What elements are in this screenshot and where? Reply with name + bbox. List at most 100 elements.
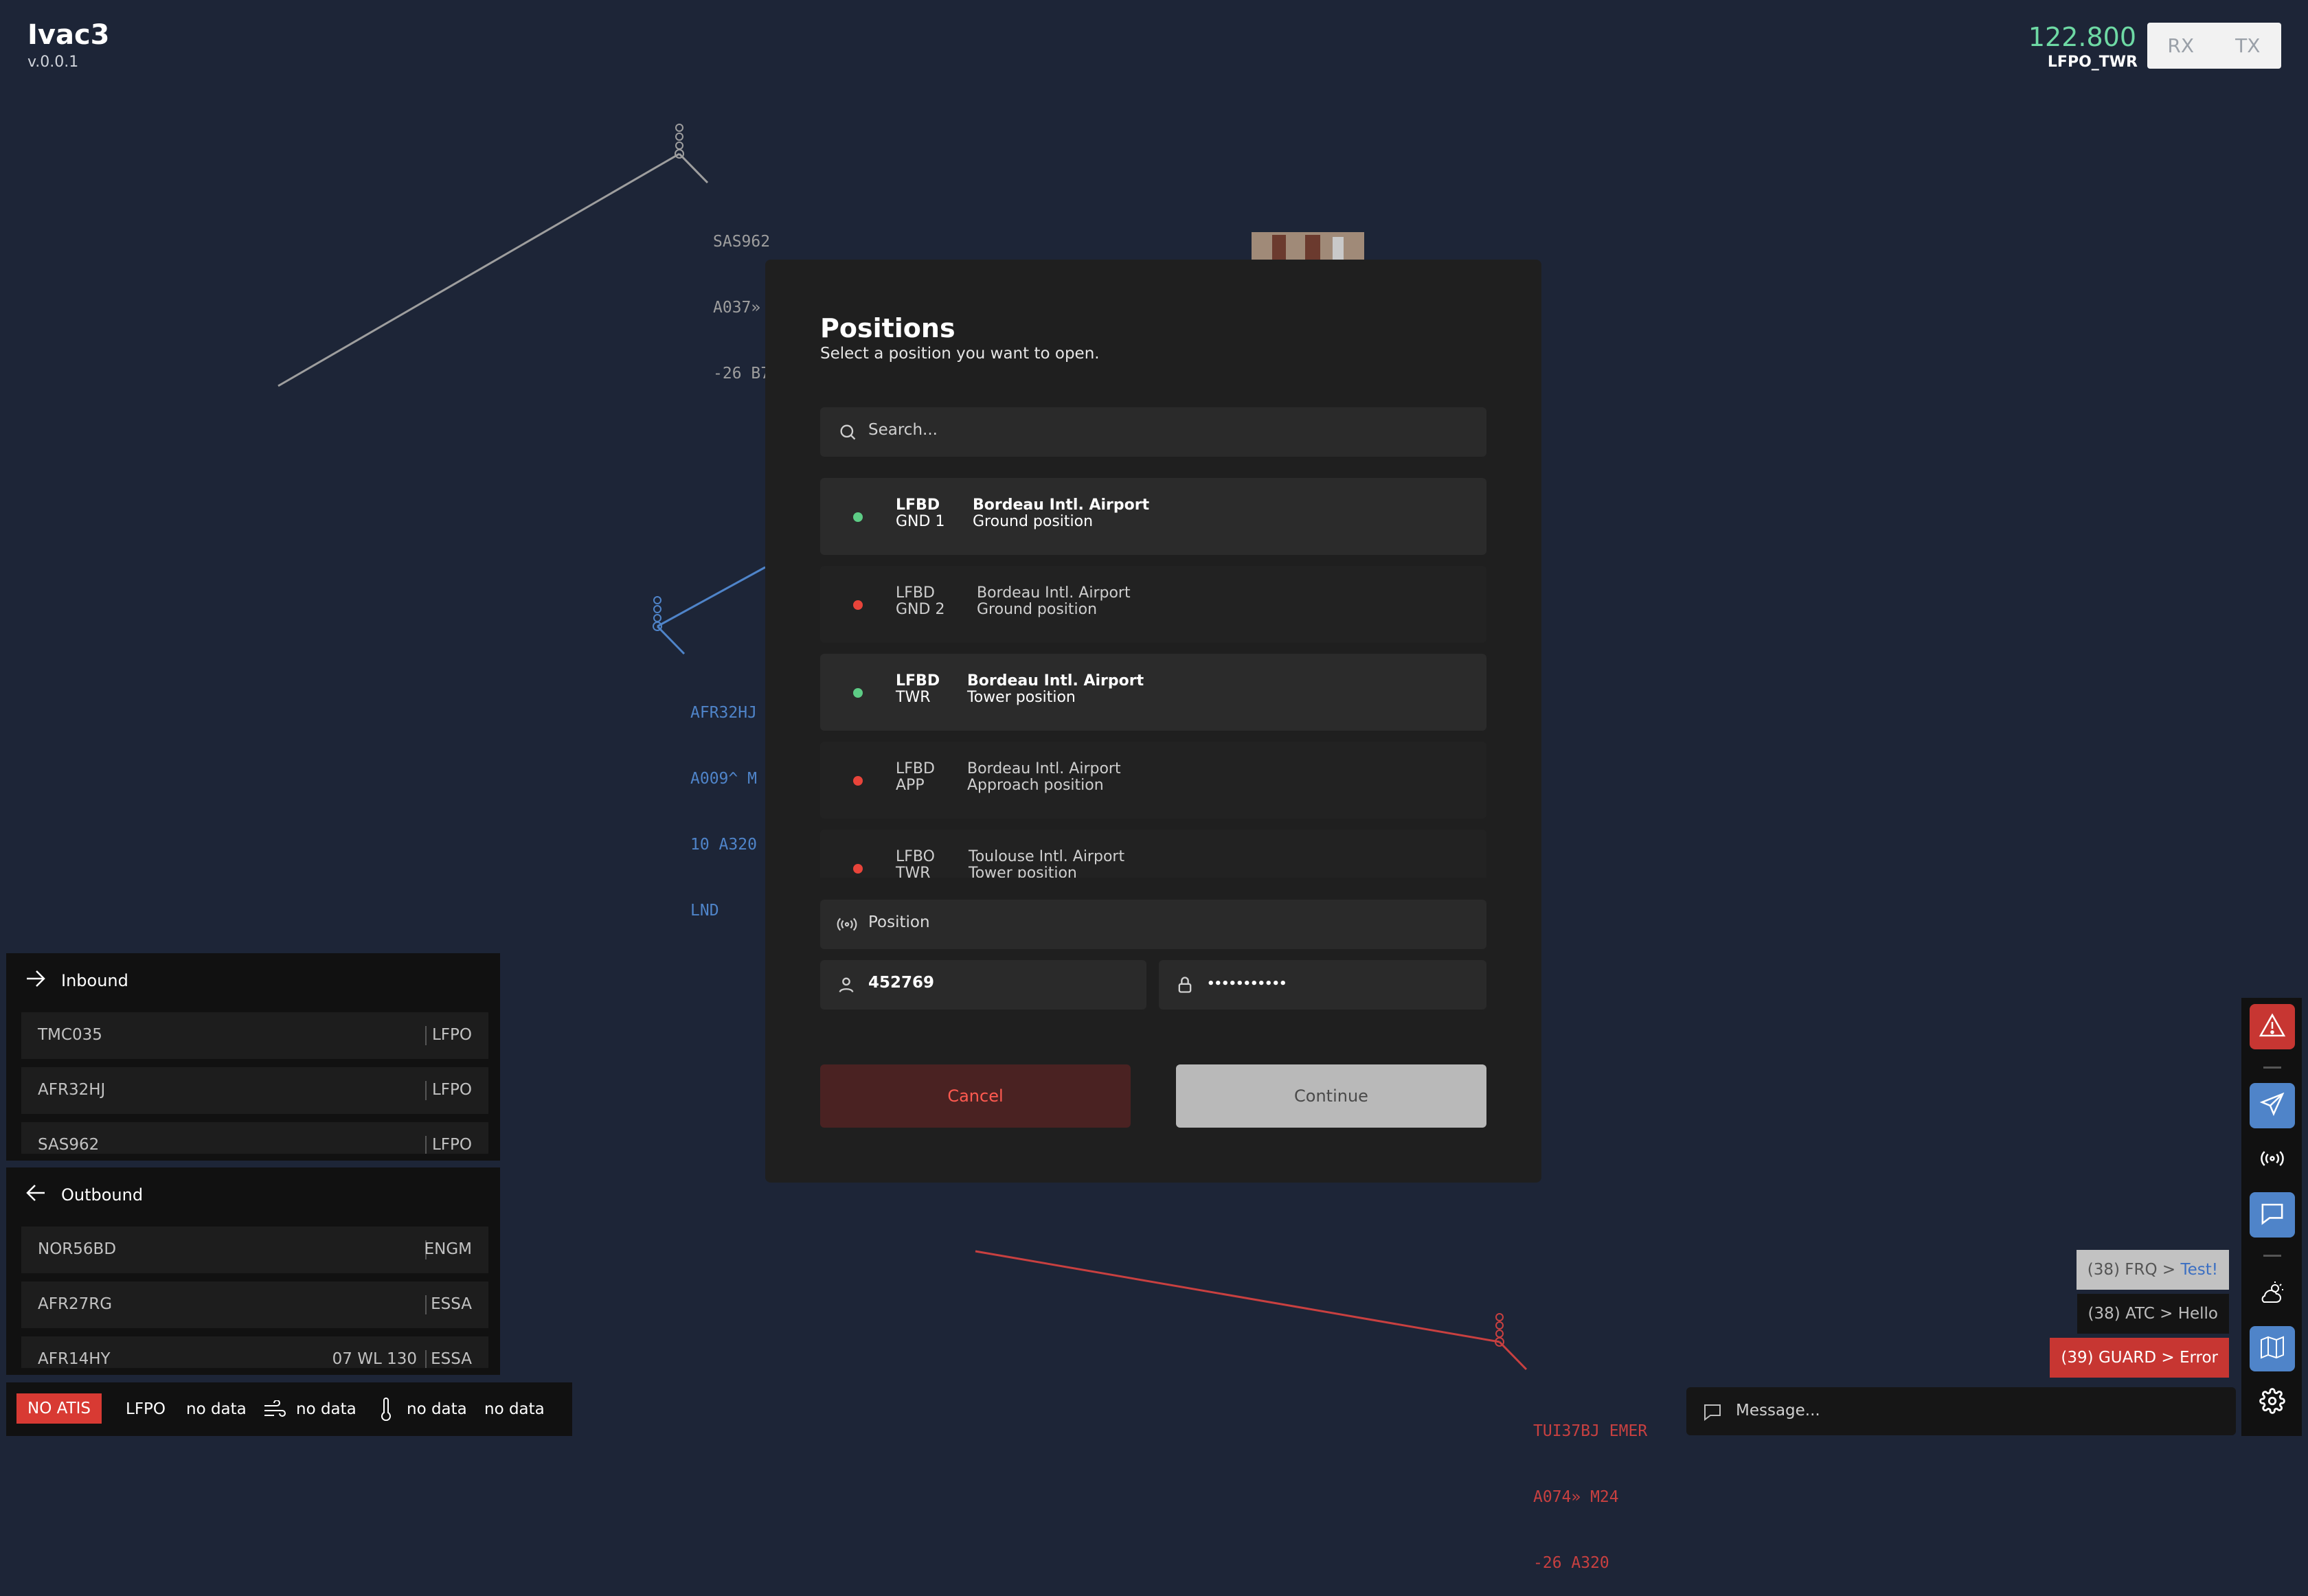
position-item[interactable]: LFBD APP Bordeau Intl. Airport Approach po… — [820, 742, 1486, 819]
gear-icon — [2259, 1388, 2285, 1417]
app-title: Ivac3 — [27, 19, 110, 51]
status-temp: no data — [407, 1400, 467, 1418]
position-airport: Bordeau Intl. Airport — [967, 760, 1121, 777]
tag-altitude: A009^ — [690, 770, 738, 788]
flight-row[interactable]: AFR14HY 07 WL 130 ESSA — [21, 1336, 488, 1368]
outbound-title: Outbound — [61, 1185, 144, 1205]
status-wind: no data — [296, 1400, 357, 1418]
flight-row[interactable]: AFR27RG ESSA — [21, 1281, 488, 1328]
continue-button[interactable]: Continue — [1176, 1064, 1486, 1128]
broadcast-icon — [2259, 1148, 2285, 1172]
position-airport: Bordeau Intl. Airport — [967, 672, 1144, 689]
chat-text: Error — [2179, 1349, 2218, 1367]
tag-type: 10 A320 — [690, 836, 757, 854]
chat-text: Hello — [2177, 1305, 2218, 1323]
offline-status-dot — [853, 600, 863, 610]
building-icon — [1252, 232, 1364, 260]
tag-tui37bj: TUI37BJ EMER A074» M24 -26 A320 — [1533, 1376, 1647, 1596]
position-icao: LFBD — [896, 760, 935, 777]
search-icon — [838, 422, 857, 444]
arrow-right-icon — [25, 970, 46, 992]
position-unit: APP — [896, 777, 925, 794]
cancel-button[interactable]: Cancel — [820, 1064, 1131, 1128]
flight-row[interactable]: SAS962 LFPO — [21, 1122, 488, 1154]
user-icon — [837, 975, 856, 997]
password-input[interactable]: ••••••••••• — [1159, 960, 1486, 1010]
inbound-panel: Inbound TMC035 LFPO AFR32HJ LFPO SAS962 … — [6, 953, 500, 1161]
position-airport: Bordeau Intl. Airport — [973, 497, 1150, 514]
flight-extra: 07 WL 130 — [332, 1350, 417, 1368]
position-placeholder: Position — [868, 913, 930, 931]
flight-airport: LFPO — [431, 1026, 472, 1044]
app-version: v.0.0.1 — [27, 54, 79, 71]
radio-button[interactable] — [2250, 1137, 2295, 1183]
flight-airport: LFPO — [431, 1081, 472, 1099]
position-item[interactable]: LFBD GND 1 Bordeau Intl. Airport Ground po… — [820, 478, 1486, 555]
chat-message[interactable]: (38) ATC > Hello — [2077, 1294, 2229, 1334]
modal-subtitle: Select a position you want to open. — [820, 345, 1100, 363]
position-input[interactable]: Position — [820, 900, 1486, 949]
weather-button[interactable] — [2250, 1271, 2295, 1316]
position-unit: GND 2 — [896, 601, 945, 618]
modal-title: Positions — [820, 313, 955, 343]
alert-button[interactable] — [2250, 1004, 2295, 1049]
arrow-left-icon — [25, 1184, 46, 1206]
map-button[interactable] — [2250, 1326, 2295, 1371]
right-toolbar — [2241, 998, 2302, 1436]
position-item[interactable]: LFBO TWR Toulouse Intl. Airport Tower posi… — [820, 830, 1486, 878]
search-input[interactable]: Search... — [820, 407, 1486, 457]
cloud-sun-icon — [2259, 1280, 2286, 1308]
chat-bubble-icon — [1703, 1403, 1722, 1424]
flight-callsign: NOR56BD — [38, 1240, 117, 1258]
track-afr32hj[interactable] — [653, 566, 766, 655]
send-button[interactable] — [2250, 1083, 2295, 1128]
track-tui37bj[interactable] — [975, 1250, 1528, 1371]
position-icao: LFBD — [896, 584, 935, 602]
paper-plane-icon — [2259, 1092, 2285, 1119]
outbound-panel: Outbound NOR56BD ENGM AFR27RG ESSA AFR14… — [6, 1167, 500, 1375]
message-input[interactable]: Message... — [1686, 1387, 2236, 1435]
tag-afr32hj: AFR32HJ A009^ M 10 A320 LND — [690, 658, 757, 944]
rx-button[interactable]: RX — [2147, 23, 2215, 69]
position-type: Approach position — [967, 777, 1104, 794]
flight-callsign: AFR27RG — [38, 1295, 113, 1313]
chat-message[interactable]: (39) GUARD > Error — [2050, 1338, 2229, 1378]
flight-airport: ESSA — [431, 1350, 472, 1368]
atis-badge[interactable]: NO ATIS — [16, 1393, 102, 1424]
chat-button[interactable] — [2250, 1192, 2295, 1238]
wind-icon — [263, 1400, 286, 1422]
tag-wake: M — [747, 770, 757, 788]
chat-bubble-icon — [2260, 1202, 2285, 1228]
flight-row[interactable]: TMC035 LFPO — [21, 1012, 488, 1059]
flight-callsign: TMC035 — [38, 1026, 102, 1044]
position-type: Tower position — [967, 689, 1076, 706]
flight-row[interactable]: NOR56BD ENGM — [21, 1227, 488, 1273]
chat-prefix: (38) ATC > — [2088, 1305, 2173, 1323]
tag-callsign: SAS962 — [713, 233, 771, 251]
status-bar: NO ATIS LFPO no data no data no data no … — [6, 1382, 572, 1436]
track-sas962[interactable] — [278, 124, 709, 387]
active-frequency: 122.800 — [2028, 22, 2136, 52]
position-icao: LFBO — [896, 848, 935, 865]
position-item[interactable]: LFBD GND 2 Bordeau Intl. Airport Ground po… — [820, 566, 1486, 643]
offline-status-dot — [853, 864, 863, 874]
flight-row[interactable]: AFR32HJ LFPO — [21, 1067, 488, 1114]
position-unit: TWR — [896, 865, 931, 878]
position-item[interactable]: LFBD TWR Bordeau Intl. Airport Tower posit… — [820, 654, 1486, 731]
user-id-input[interactable]: 452769 — [820, 960, 1146, 1010]
flight-airport: ENGM — [424, 1240, 472, 1258]
position-list[interactable]: LFBD GND 1 Bordeau Intl. Airport Ground po… — [820, 478, 1486, 878]
tx-button[interactable]: TX — [2215, 23, 2282, 69]
settings-button[interactable] — [2250, 1380, 2295, 1425]
position-unit: GND 1 — [896, 513, 945, 530]
position-icao: LFBD — [896, 497, 940, 514]
chat-message[interactable]: (38) FRQ > Test! — [2076, 1250, 2229, 1290]
position-type: Ground position — [977, 601, 1098, 618]
thermometer-icon — [379, 1398, 393, 1424]
inbound-title: Inbound — [61, 971, 128, 990]
tag-callsign: AFR32HJ — [690, 704, 757, 722]
chat-prefix: (38) FRQ > — [2087, 1261, 2176, 1279]
status-qnh: no data — [484, 1400, 545, 1418]
user-id-value: 452769 — [868, 974, 935, 992]
tag-status: LND — [690, 902, 719, 920]
